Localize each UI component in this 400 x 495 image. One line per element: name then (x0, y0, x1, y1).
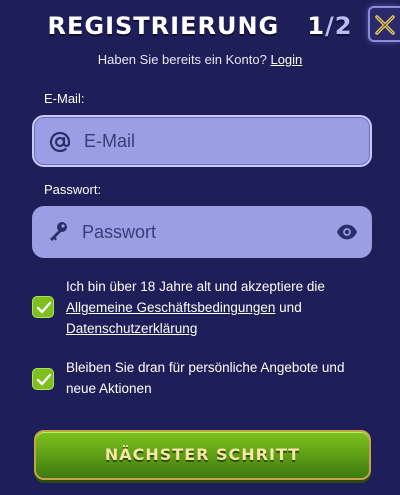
key-icon (50, 222, 67, 241)
login-link[interactable]: Login (270, 52, 302, 67)
step-current: 1 (307, 12, 326, 40)
login-prompt: Haben Sie bereits ein Konto? Login (0, 52, 400, 67)
email-label: E-Mail: (44, 91, 85, 106)
email-field[interactable] (32, 115, 372, 167)
step-separator: / (325, 12, 335, 40)
password-label: Passwort: (44, 182, 102, 197)
password-field[interactable] (32, 206, 372, 258)
page-title: Registrierung 1/2 (0, 12, 400, 40)
offers-text: Bleiben Sie dran für persönliche Angebot… (66, 360, 345, 396)
next-step-label: Nächster Schritt (104, 445, 301, 464)
terms-prefix: Ich bin über 18 Jahre alt und akzeptiere… (66, 279, 325, 294)
next-step-button[interactable]: Nächster Schritt (34, 430, 371, 480)
registration-panel: Registrierung 1/2 Haben Sie bereits ein … (0, 0, 400, 495)
privacy-link[interactable]: Datenschutzerklärung (66, 321, 197, 336)
offers-checkbox[interactable] (32, 368, 54, 390)
at-icon (49, 131, 71, 153)
agb-link[interactable]: Allgemeine Geschäftsbedingungen (66, 300, 275, 315)
email-input[interactable] (84, 117, 344, 165)
step-total: 2 (334, 12, 353, 40)
check-icon (36, 373, 52, 386)
title-text: Registrierung (47, 12, 280, 40)
terms-and: und (279, 300, 302, 315)
password-input[interactable] (82, 206, 342, 258)
terms-checkbox[interactable] (32, 296, 54, 318)
eye-icon[interactable] (336, 221, 358, 243)
check-icon (36, 301, 52, 314)
login-prompt-text: Haben Sie bereits ein Konto? (97, 52, 267, 67)
terms-text: Ich bin über 18 Jahre alt und akzeptiere… (66, 276, 366, 339)
